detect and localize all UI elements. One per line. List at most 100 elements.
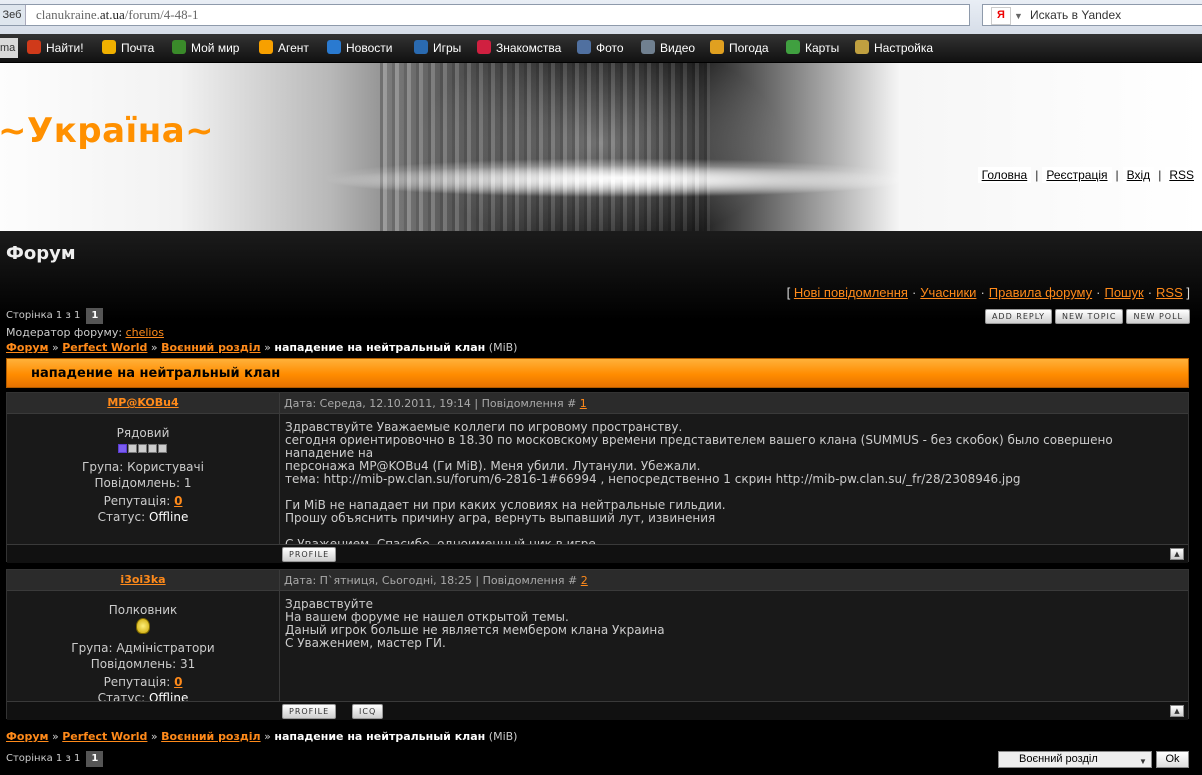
- post-author-link[interactable]: MP@KOBu4: [7, 396, 279, 409]
- ok-button[interactable]: Ok: [1156, 751, 1189, 768]
- post-2: i3oi3ka Дата: П`ятниця, Сьогодні, 18:25 …: [6, 569, 1189, 720]
- post-number-link[interactable]: 1: [580, 397, 587, 410]
- site-header: ~Україна~ Головна | Реєстрація | Вхід | RSS: [0, 63, 1202, 231]
- mail-ru-toolbar: ma Найти! Почта Мой мир Агент Новости Игры Зна…: [0, 34, 1202, 63]
- world-people-icon: [172, 40, 186, 54]
- toolbar-item[interactable]: Найти!: [27, 39, 84, 57]
- crumb-current: нападение на нейтральный клан: [274, 341, 486, 354]
- author-group: Група: Адміністратори: [71, 641, 215, 655]
- author-status: Статус: Offline: [97, 510, 189, 524]
- scroll-up-icon[interactable]: ▲: [1170, 705, 1184, 717]
- toolbar-item[interactable]: Фото: [577, 39, 624, 57]
- scroll-up-icon[interactable]: ▲: [1170, 548, 1184, 560]
- toolbar-item-label: Настройка: [874, 41, 934, 55]
- link-new-messages[interactable]: Нові повідомлення: [794, 285, 908, 300]
- topic-title-bar: нападение на нейтральный клан: [6, 358, 1189, 388]
- crumb-perfect-world[interactable]: Perfect World: [62, 730, 147, 743]
- profile-button[interactable]: PROFILE: [282, 704, 337, 719]
- pager-bottom: Сторінка 1 з 1 1: [6, 751, 104, 767]
- link-forum-rules[interactable]: Правила форуму: [989, 285, 1092, 300]
- site-title: ~Україна~: [0, 111, 215, 151]
- nav-login[interactable]: Вхід: [1122, 167, 1155, 183]
- profile-button[interactable]: PROFILE: [282, 547, 337, 562]
- yandex-logo-icon: Я: [991, 7, 1011, 25]
- author-reputation: Репутація: 0: [103, 494, 183, 508]
- toolbar-item-label: Новости: [346, 41, 393, 55]
- author-info: Полковник Група: Адміністратори Повідомл…: [7, 602, 279, 706]
- crumb-suffix: (MiB): [488, 341, 518, 354]
- author-group: Група: Користувачі: [82, 460, 204, 474]
- crumb-military-section[interactable]: Воєнний розділ: [161, 341, 260, 354]
- author-rank: Рядовий: [116, 426, 170, 440]
- link-rss[interactable]: RSS: [1156, 285, 1183, 300]
- post-number-link[interactable]: 2: [581, 574, 588, 587]
- nav-home[interactable]: Головна: [977, 167, 1032, 183]
- link-members[interactable]: Учасники: [920, 285, 976, 300]
- post-footer: PROFILE ▲: [7, 544, 1188, 563]
- post-1: MP@KOBu4 Дата: Середа, 12.10.2011, 19:14…: [6, 392, 1189, 563]
- toolbar-left-field[interactable]: ma: [0, 38, 18, 58]
- topic-title: нападение на нейтральный клан: [31, 366, 281, 381]
- opera-icon: [27, 40, 41, 54]
- url-path: /forum/4-48-1: [124, 7, 199, 22]
- column-divider: [279, 393, 280, 561]
- crumb-perfect-world[interactable]: Perfect World: [62, 341, 147, 354]
- rank-stars: [118, 441, 168, 457]
- reputation-link[interactable]: 0: [174, 494, 182, 508]
- crumb-military-section[interactable]: Воєнний розділ: [161, 730, 260, 743]
- search-placeholder: Искать в Yandex: [1030, 8, 1122, 22]
- pager-label: Сторінка 1 з 1: [6, 753, 81, 764]
- toolbar-item-label: Погода: [729, 41, 769, 55]
- header-decoration: [380, 63, 710, 231]
- reputation-link[interactable]: 0: [174, 675, 182, 689]
- toolbar-item[interactable]: Мой мир: [172, 39, 239, 57]
- chevron-down-icon: ▼: [1139, 757, 1147, 766]
- page-number[interactable]: 1: [86, 308, 104, 324]
- nav-rss[interactable]: RSS: [1165, 167, 1198, 183]
- toolbar-item[interactable]: Карты: [786, 39, 839, 57]
- crumb-suffix: (MiB): [488, 730, 518, 743]
- author-reputation: Репутація: 0: [103, 675, 183, 689]
- top-nav: Головна | Реєстрація | Вхід | RSS: [977, 167, 1198, 183]
- crumb-forum[interactable]: Форум: [6, 730, 49, 743]
- post-author-link[interactable]: i3oi3ka: [7, 573, 279, 586]
- toolbar-item[interactable]: Новости: [327, 39, 392, 57]
- url-host: clanukraine.: [36, 7, 100, 22]
- post-date: Дата: Середа, 12.10.2011, 19:14 | Повідо…: [284, 397, 587, 410]
- chevron-down-icon[interactable]: ▼: [1014, 6, 1024, 26]
- address-prefix: Зеб: [0, 5, 26, 25]
- mail-icon: [102, 40, 116, 54]
- toolbar-item[interactable]: Знакомства: [477, 39, 561, 57]
- forum-links: [ Нові повідомлення · Учасники · Правила фор…: [786, 285, 1190, 300]
- toolbar-item-label: Фото: [596, 41, 624, 55]
- add-reply-button[interactable]: ADD REPLY: [984, 309, 1053, 324]
- toolbar-item[interactable]: Настройка: [855, 39, 933, 57]
- link-search[interactable]: Пошук: [1104, 285, 1143, 300]
- toolbar-item[interactable]: Погода: [710, 39, 769, 57]
- toolbar-item-label: Карты: [805, 41, 840, 55]
- toolbar-item[interactable]: Почта: [102, 39, 154, 57]
- toolbar-item[interactable]: Агент: [259, 39, 309, 57]
- new-topic-button[interactable]: NEW TOPIC: [1055, 309, 1124, 324]
- forum-jump-select[interactable]: Воєнний розділ ▼: [998, 751, 1152, 768]
- author-post-count: Повідомлень: 1: [94, 476, 192, 490]
- crumb-current: нападение на нейтральный клан: [274, 730, 486, 743]
- moderator-link[interactable]: chelios: [126, 326, 164, 339]
- toolbar-item[interactable]: Видео: [641, 39, 695, 57]
- crumb-forum[interactable]: Форум: [6, 341, 49, 354]
- nav-register[interactable]: Реєстрація: [1042, 167, 1112, 183]
- moderator-line: Модератор форуму: chelios: [6, 326, 164, 339]
- page-number[interactable]: 1: [86, 751, 104, 767]
- yandex-search-field[interactable]: Я ▼ Искать в Yandex: [982, 4, 1202, 26]
- url-field[interactable]: Зеб clanukraine.at.ua/forum/4-48-1: [0, 4, 970, 26]
- pager-label: Сторінка 1 з 1: [6, 310, 81, 321]
- icq-button[interactable]: ICQ: [352, 704, 384, 719]
- post-header: i3oi3ka Дата: П`ятниця, Сьогодні, 18:25 …: [7, 570, 1188, 591]
- toolbar-item[interactable]: Игры: [414, 39, 461, 57]
- forum-jump-value: Воєнний розділ: [1019, 753, 1098, 765]
- header-glow: [320, 158, 920, 198]
- topic-buttons: ADD REPLY NEW TOPIC NEW POLL: [982, 309, 1190, 324]
- new-poll-button[interactable]: NEW POLL: [1126, 309, 1190, 324]
- breadcrumb: Форум » Perfect World » Воєнний розділ »…: [6, 341, 518, 354]
- toolbar-item-label: Видео: [660, 41, 696, 55]
